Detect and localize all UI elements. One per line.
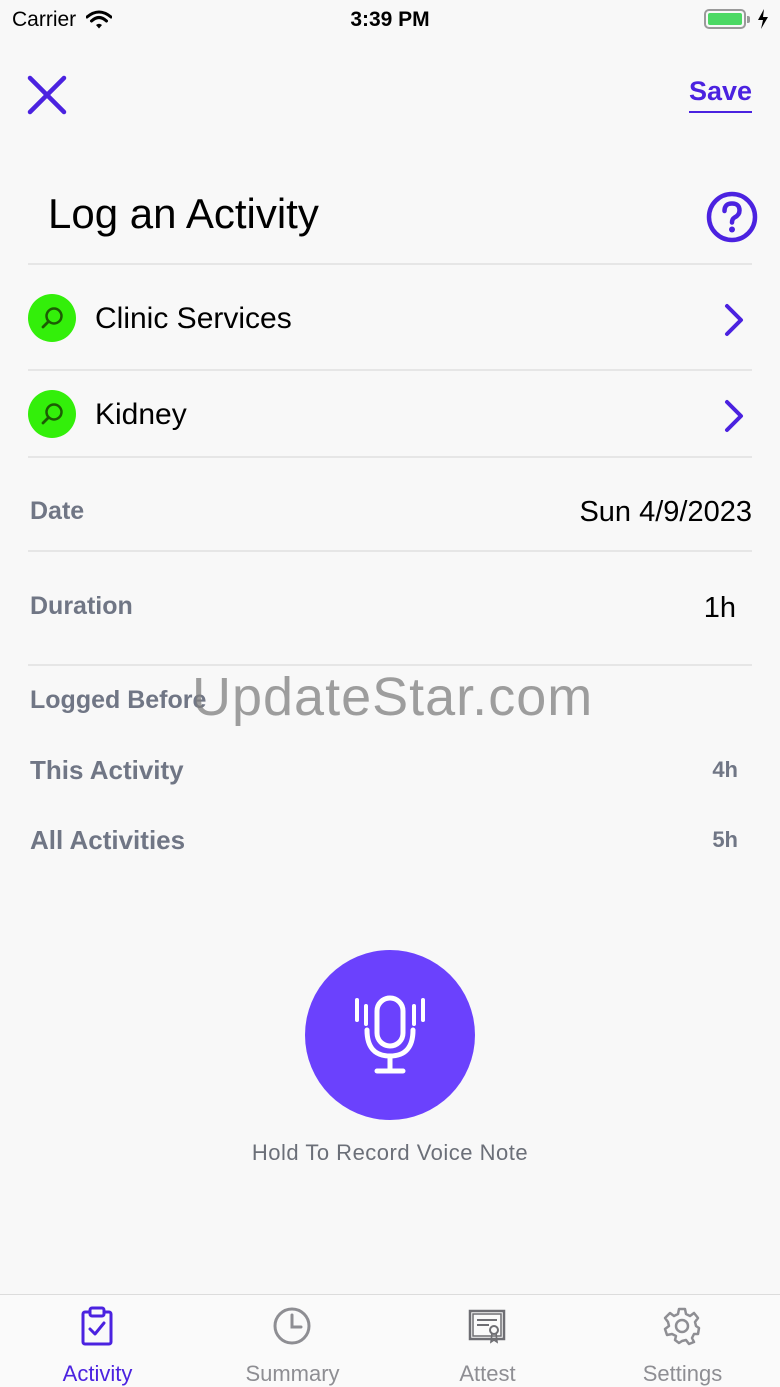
clipboard-check-icon bbox=[81, 1306, 113, 1346]
battery-icon bbox=[704, 9, 750, 29]
microphone-icon bbox=[355, 995, 425, 1074]
chevron-right-icon bbox=[725, 304, 743, 336]
duration-value[interactable]: 1h bbox=[704, 592, 736, 625]
tab-summary-label: Summary bbox=[245, 1361, 340, 1386]
certificate-icon bbox=[468, 1309, 506, 1344]
tab-settings[interactable]: Settings bbox=[585, 1295, 780, 1387]
all-activities-row: All Activities 5h bbox=[30, 825, 738, 861]
battery-indicator bbox=[704, 8, 770, 30]
help-icon bbox=[706, 191, 758, 243]
all-activities-label: All Activities bbox=[30, 825, 186, 855]
close-button[interactable] bbox=[26, 74, 68, 116]
service-picker-row[interactable]: Clinic Services bbox=[28, 272, 752, 362]
duration-row[interactable]: Duration 1h bbox=[30, 552, 752, 664]
gear-icon bbox=[663, 1307, 701, 1346]
status-bar: Carrier 3:39 PM bbox=[0, 0, 780, 40]
record-caption: Hold To Record Voice Note bbox=[251, 1140, 529, 1165]
tab-settings-label: Settings bbox=[642, 1361, 723, 1386]
logged-before-heading: Logged Before bbox=[30, 686, 207, 714]
tab-activity[interactable]: Activity bbox=[0, 1295, 195, 1387]
divider bbox=[28, 263, 752, 265]
tab-attest[interactable]: Attest bbox=[390, 1295, 585, 1387]
charging-bolt-icon bbox=[758, 9, 768, 29]
page-title: Log an Activity bbox=[48, 190, 319, 237]
category-picker-row[interactable]: Kidney bbox=[28, 368, 752, 458]
save-button[interactable]: Save bbox=[688, 76, 752, 113]
category-label: Kidney bbox=[95, 398, 187, 431]
close-icon bbox=[27, 75, 67, 115]
search-icon bbox=[41, 307, 63, 329]
help-button[interactable] bbox=[706, 191, 758, 243]
date-value[interactable]: Sun 4/9/2023 bbox=[579, 496, 752, 529]
clock-icon bbox=[273, 1307, 311, 1345]
service-label: Clinic Services bbox=[95, 302, 292, 335]
all-activities-value: 5h bbox=[712, 827, 738, 852]
status-time: 3:39 PM bbox=[350, 8, 430, 31]
tab-summary[interactable]: Summary bbox=[195, 1295, 390, 1387]
date-label: Date bbox=[30, 497, 85, 525]
screen: Carrier 3:39 PM Save Log an Activity Cli… bbox=[0, 0, 780, 1387]
tab-activity-label: Activity bbox=[62, 1361, 133, 1386]
service-badge bbox=[28, 294, 76, 342]
this-activity-label: This Activity bbox=[30, 755, 184, 785]
category-badge bbox=[28, 390, 76, 438]
date-row[interactable]: Date Sun 4/9/2023 bbox=[30, 458, 752, 550]
search-icon bbox=[41, 403, 63, 425]
duration-label: Duration bbox=[30, 592, 133, 620]
chevron-right-icon bbox=[725, 400, 743, 432]
this-activity-value: 4h bbox=[712, 757, 738, 782]
this-activity-row: This Activity 4h bbox=[30, 755, 738, 791]
tab-bar: Activity Summary Attest Settings bbox=[0, 1294, 780, 1387]
tab-attest-label: Attest bbox=[459, 1361, 516, 1386]
record-voice-note-button[interactable] bbox=[305, 950, 475, 1120]
watermark: UpdateStar.com bbox=[192, 667, 594, 727]
